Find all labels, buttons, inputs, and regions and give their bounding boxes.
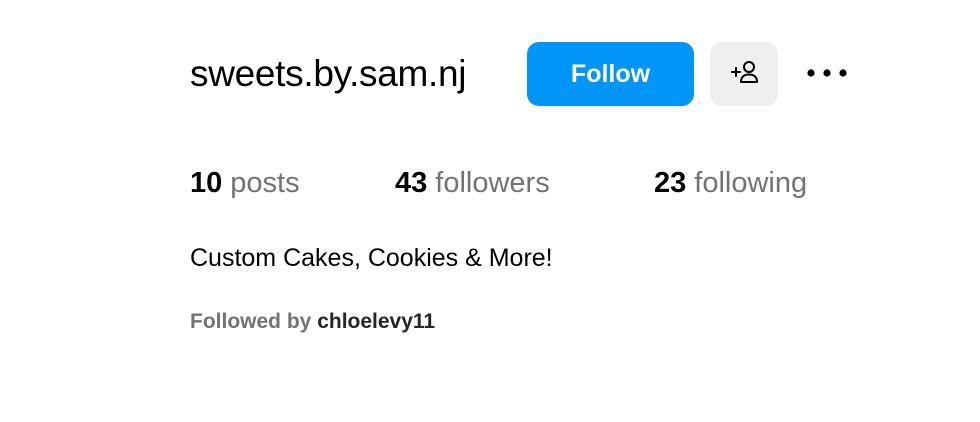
more-options-button[interactable] [804,42,850,106]
followers-label: followers [435,166,550,199]
profile-stats: 10 posts 43 followers 23 following [190,163,807,203]
followed-by-link[interactable]: Followed by chloelevy11 [190,310,435,334]
profile-bio: Custom Cakes, Cookies & More! [190,244,553,272]
more-horizontal-icon [806,65,848,83]
follow-button[interactable]: Follow [527,42,694,106]
followed-by-prefix: Followed by [190,310,312,333]
following-label: following [694,166,808,199]
suggested-accounts-button[interactable] [710,42,778,106]
profile-header: sweets.by.sam.nj Follow [190,42,850,106]
following-link[interactable]: 23 following [654,167,807,200]
posts-number: 10 [190,166,223,199]
followed-by-users: chloelevy11 [317,310,436,333]
followers-link[interactable]: 43 followers [395,167,654,200]
posts-count: 10 posts [190,167,395,200]
followers-number: 43 [395,166,428,199]
posts-label: posts [230,166,300,199]
add-person-icon [728,58,760,91]
username: sweets.by.sam.nj [190,53,467,94]
following-number: 23 [654,166,687,199]
